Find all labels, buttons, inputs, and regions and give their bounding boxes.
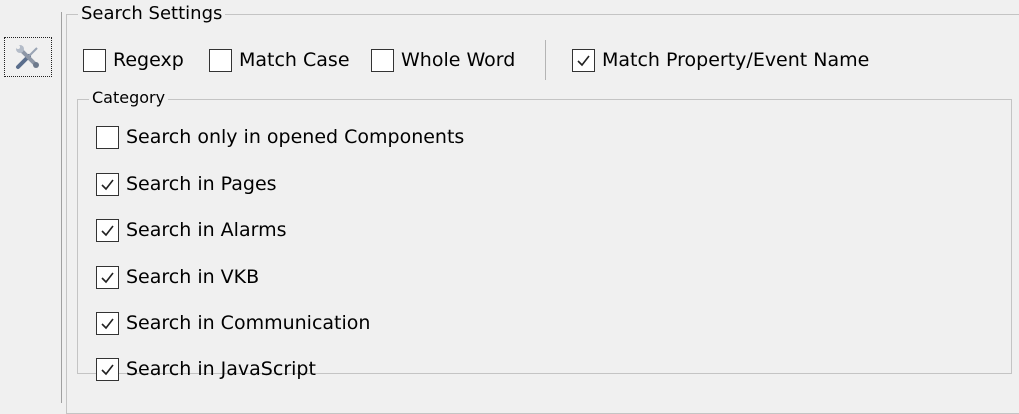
checkbox-box[interactable] — [96, 357, 119, 381]
checkbox-label: Match Property/Event Name — [602, 49, 870, 71]
checkbox-label: Regexp — [113, 49, 184, 71]
tools-icon — [13, 42, 43, 72]
checkmark-icon — [101, 364, 114, 375]
checkbox-label: Search in Alarms — [126, 219, 287, 241]
search-opened-components-checkbox[interactable]: Search only in opened Components — [96, 125, 464, 149]
checkbox-label: Match Case — [239, 49, 350, 71]
checkbox-label: Search in JavaScript — [126, 358, 316, 380]
checkmark-icon — [101, 179, 114, 190]
checkbox-label: Search in VKB — [126, 266, 260, 288]
checkbox-box[interactable] — [371, 48, 394, 72]
checkmark-icon — [101, 225, 114, 236]
checkmark-icon — [577, 55, 590, 66]
checkbox-box[interactable] — [96, 218, 119, 242]
checkmark-icon — [101, 272, 114, 283]
checkbox-box[interactable] — [96, 265, 119, 289]
checkbox-label: Search in Pages — [126, 173, 277, 195]
search-settings-title: Search Settings — [78, 4, 226, 24]
checkbox-label: Search in Communication — [126, 312, 371, 334]
category-title: Category — [89, 89, 169, 107]
search-pages-checkbox[interactable]: Search in Pages — [96, 172, 277, 196]
checkbox-box[interactable] — [209, 48, 232, 72]
checkbox-box[interactable] — [96, 311, 119, 335]
match-case-checkbox[interactable]: Match Case — [209, 48, 350, 72]
left-divider — [61, 12, 62, 403]
search-javascript-checkbox[interactable]: Search in JavaScript — [96, 357, 316, 381]
whole-word-checkbox[interactable]: Whole Word — [371, 48, 515, 72]
checkmark-icon — [101, 318, 114, 329]
checkbox-label: Whole Word — [401, 49, 516, 71]
checkbox-box[interactable] — [83, 48, 106, 72]
checkbox-box[interactable] — [96, 125, 119, 149]
checkbox-label: Search only in opened Components — [126, 126, 465, 148]
search-vkb-checkbox[interactable]: Search in VKB — [96, 265, 259, 289]
search-communication-checkbox[interactable]: Search in Communication — [96, 311, 370, 335]
tools-button[interactable] — [4, 37, 52, 77]
options-separator — [545, 40, 546, 80]
checkbox-box[interactable] — [572, 48, 595, 72]
checkbox-box[interactable] — [96, 172, 119, 196]
search-alarms-checkbox[interactable]: Search in Alarms — [96, 218, 286, 242]
regexp-checkbox[interactable]: Regexp — [83, 48, 184, 72]
match-property-checkbox[interactable]: Match Property/Event Name — [572, 48, 869, 72]
